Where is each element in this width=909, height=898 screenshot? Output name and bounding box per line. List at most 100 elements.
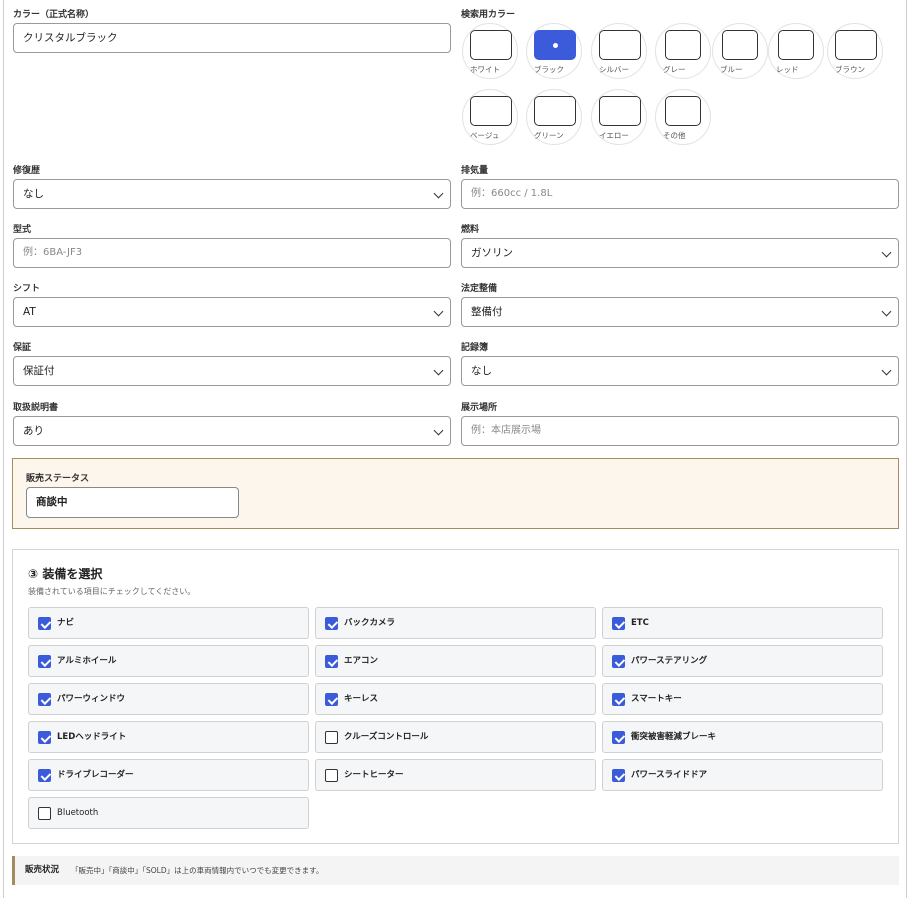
swatch-silver-name: シルバー bbox=[599, 65, 629, 74]
equipment-item-cruise-control[interactable]: クルーズコントロール bbox=[315, 721, 596, 753]
checkbox-checked-icon[interactable] bbox=[38, 731, 51, 744]
swatch-green-box bbox=[534, 96, 576, 126]
sales-status-panel: 販売ステータス 商談中 bbox=[12, 458, 899, 529]
equipment-item-smart-key[interactable]: スマートキー bbox=[602, 683, 883, 715]
swatch-black-name: ブラック bbox=[534, 65, 564, 74]
chevron-down-icon bbox=[881, 365, 892, 376]
swatch-brown[interactable]: ブラウン bbox=[827, 23, 883, 79]
equipment-item-seat-heater[interactable]: シートヒーター bbox=[315, 759, 596, 791]
equipment-item-power-slide-door[interactable]: パワースライドドア bbox=[602, 759, 883, 791]
equipment-item-air-conditioner[interactable]: エアコン bbox=[315, 645, 596, 677]
checkbox-checked-icon[interactable] bbox=[612, 617, 625, 630]
swatch-silver[interactable]: シルバー bbox=[591, 23, 647, 79]
displacement-input[interactable]: 例：660cc / 1.8L bbox=[461, 179, 899, 209]
swatch-white[interactable]: ホワイト bbox=[462, 23, 518, 79]
equipment-item-alloy-wheels[interactable]: アルミホイール bbox=[28, 645, 309, 677]
selected-dot-icon bbox=[552, 42, 558, 48]
model-code-input[interactable]: 例：6BA-JF3 bbox=[13, 238, 451, 268]
note-text: 「販売中」「商談中」「SOLD」は上の車両情報内でいつでも変更できます。 bbox=[71, 866, 324, 875]
color-official-label: カラー（正式名称） bbox=[13, 10, 95, 20]
shift-select[interactable]: AT bbox=[13, 297, 451, 327]
swatch-black-box bbox=[534, 30, 576, 60]
swatch-beige-name: ベージュ bbox=[470, 131, 500, 140]
swatch-red-name: レッド bbox=[776, 65, 799, 74]
chevron-down-icon bbox=[433, 425, 444, 436]
equipment-item-navi[interactable]: ナビ bbox=[28, 607, 309, 639]
swatch-white-box bbox=[470, 30, 512, 60]
equipment-item-label: ナビ bbox=[57, 618, 75, 628]
swatch-red[interactable]: レッド bbox=[768, 23, 824, 79]
checkbox-checked-icon[interactable] bbox=[38, 693, 51, 706]
warranty-value: 保証付 bbox=[23, 365, 55, 377]
search-color-label: 検索用カラー bbox=[461, 10, 516, 20]
equipment-item-label: バックカメラ bbox=[344, 618, 396, 628]
equipment-item-label: キーレス bbox=[344, 694, 379, 704]
showroom-label: 展示場所 bbox=[461, 403, 498, 413]
checkbox-checked-icon[interactable] bbox=[38, 769, 51, 782]
manual-select[interactable]: あり bbox=[13, 416, 451, 446]
checkbox-checked-icon[interactable] bbox=[325, 655, 338, 668]
chevron-down-icon bbox=[433, 306, 444, 317]
manual-label: 取扱説明書 bbox=[13, 403, 59, 413]
equipment-item-bluetooth[interactable]: Bluetooth bbox=[28, 797, 309, 829]
swatch-brown-box bbox=[835, 30, 877, 60]
equipment-item-keyless[interactable]: キーレス bbox=[315, 683, 596, 715]
inspection-select[interactable]: 整備付 bbox=[461, 297, 899, 327]
swatch-brown-name: ブラウン bbox=[835, 65, 865, 74]
frame-border-right bbox=[906, 0, 907, 898]
repair-history-select[interactable]: なし bbox=[13, 179, 451, 209]
swatch-black[interactable]: ブラック bbox=[526, 23, 582, 79]
equipment-item-label: パワーウィンドウ bbox=[57, 694, 126, 704]
swatch-yellow[interactable]: イエロー bbox=[591, 89, 647, 145]
checkbox-checked-icon[interactable] bbox=[325, 617, 338, 630]
equipment-item-label: ETC bbox=[631, 618, 649, 628]
swatch-other[interactable]: その他 bbox=[655, 89, 711, 145]
inspection-label: 法定整備 bbox=[461, 284, 498, 294]
equipment-item-back-camera[interactable]: バックカメラ bbox=[315, 607, 596, 639]
frame-border-left bbox=[3, 0, 4, 898]
checkbox-checked-icon[interactable] bbox=[38, 655, 51, 668]
model-code-placeholder: 例：6BA-JF3 bbox=[23, 247, 83, 258]
checkbox-unchecked-icon[interactable] bbox=[325, 769, 338, 782]
equipment-item-label: ドライブレコーダー bbox=[57, 770, 134, 780]
showroom-input[interactable]: 例：本店展示場 bbox=[461, 416, 899, 446]
equipment-item-power-steering[interactable]: パワーステアリング bbox=[602, 645, 883, 677]
swatch-green[interactable]: グリーン bbox=[526, 89, 582, 145]
equipment-item-drive-recorder[interactable]: ドライブレコーダー bbox=[28, 759, 309, 791]
color-official-input[interactable]: クリスタルブラック bbox=[13, 23, 451, 53]
equipment-item-etc[interactable]: ETC bbox=[602, 607, 883, 639]
shift-label: シフト bbox=[13, 284, 41, 294]
swatch-gray[interactable]: グレー bbox=[655, 23, 711, 79]
equipment-item-collision-brake[interactable]: 衝突被害軽減ブレーキ bbox=[602, 721, 883, 753]
checkbox-checked-icon[interactable] bbox=[612, 769, 625, 782]
equipment-item-label: パワーステアリング bbox=[631, 656, 708, 666]
displacement-label: 排気量 bbox=[461, 166, 489, 176]
record-book-select[interactable]: なし bbox=[461, 356, 899, 386]
checkbox-unchecked-icon[interactable] bbox=[38, 807, 51, 820]
equipment-item-label: LEDヘッドライト bbox=[57, 732, 127, 742]
checkbox-checked-icon[interactable] bbox=[612, 693, 625, 706]
checkbox-checked-icon[interactable] bbox=[612, 655, 625, 668]
equipment-item-led-headlight[interactable]: LEDヘッドライト bbox=[28, 721, 309, 753]
equipment-item-label: シートヒーター bbox=[344, 770, 404, 780]
showroom-placeholder: 例：本店展示場 bbox=[471, 425, 541, 436]
swatch-blue[interactable]: ブルー bbox=[712, 23, 768, 79]
checkbox-checked-icon[interactable] bbox=[612, 731, 625, 744]
manual-value: あり bbox=[23, 425, 44, 437]
equipment-item-power-window[interactable]: パワーウィンドウ bbox=[28, 683, 309, 715]
swatch-green-name: グリーン bbox=[534, 131, 564, 140]
fuel-select[interactable]: ガソリン bbox=[461, 238, 899, 268]
fuel-label: 燃料 bbox=[461, 225, 480, 235]
swatch-beige[interactable]: ベージュ bbox=[462, 89, 518, 145]
equipment-item-label: パワースライドドア bbox=[631, 770, 708, 780]
sales-status-input[interactable]: 商談中 bbox=[26, 487, 239, 518]
equipment-subtitle: 装備されている項目にチェックしてください。 bbox=[28, 587, 196, 596]
record-book-label: 記録簿 bbox=[461, 343, 489, 353]
checkbox-checked-icon[interactable] bbox=[325, 693, 338, 706]
chevron-down-icon bbox=[881, 306, 892, 317]
warranty-select[interactable]: 保証付 bbox=[13, 356, 451, 386]
shift-value: AT bbox=[23, 306, 36, 318]
checkbox-checked-icon[interactable] bbox=[38, 617, 51, 630]
swatch-white-name: ホワイト bbox=[470, 65, 500, 74]
checkbox-unchecked-icon[interactable] bbox=[325, 731, 338, 744]
